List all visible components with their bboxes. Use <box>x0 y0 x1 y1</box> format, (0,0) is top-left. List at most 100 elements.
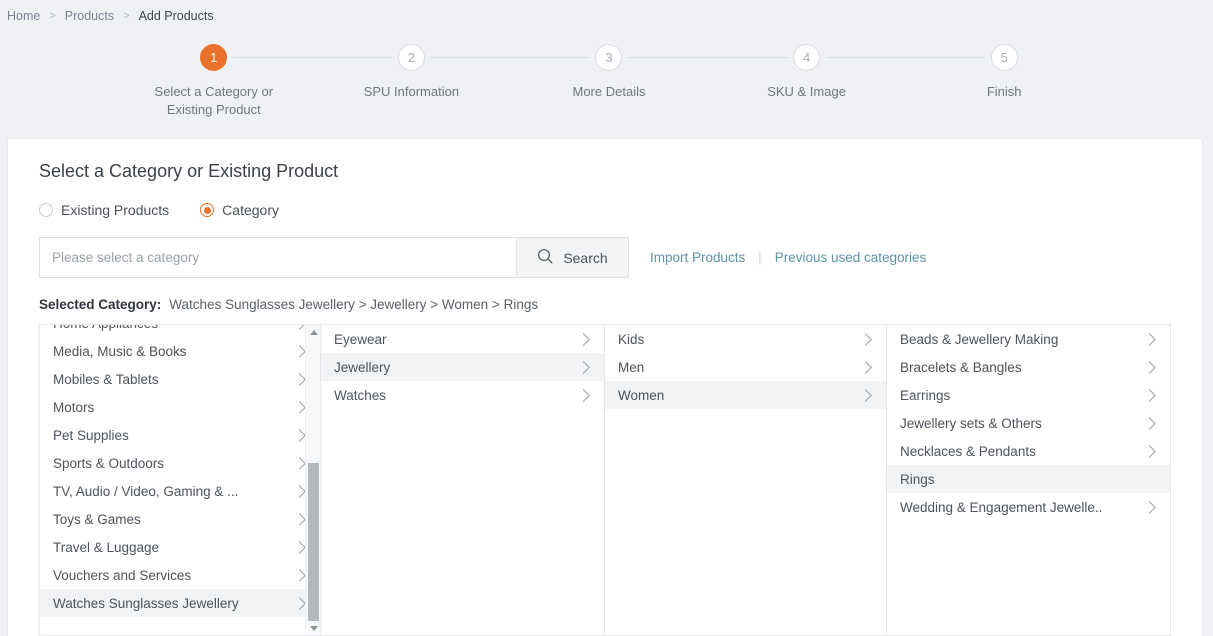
chevron-right-icon <box>293 512 306 526</box>
step-2[interactable]: 2 SPU Information <box>313 44 590 119</box>
step-connector <box>430 57 590 58</box>
option-list: Home Appliances Media, Music & Books Mobil… <box>40 325 320 617</box>
scroll-up-arrow[interactable] <box>306 325 320 339</box>
category-option[interactable]: Sports & Outdoors <box>40 449 320 477</box>
search-button[interactable]: Search <box>516 238 628 277</box>
chevron-right-icon <box>1143 332 1156 346</box>
step-number-badge: 2 <box>397 44 425 71</box>
category-search-box: Search <box>39 237 629 278</box>
category-option[interactable]: Women <box>605 381 886 409</box>
step-label: SPU Information <box>363 84 460 99</box>
breadcrumb-item-home[interactable]: Home <box>7 9 40 23</box>
category-option[interactable]: Necklaces & Pendants <box>887 437 1170 465</box>
category-option[interactable]: Beads & Jewellery Making <box>887 325 1170 353</box>
chevron-right-icon <box>293 568 306 582</box>
category-option[interactable]: Men <box>605 353 886 381</box>
category-option-label: Wedding & Engagement Jewelle.. <box>900 499 1103 515</box>
option-list: Kids Men Women <box>605 325 886 409</box>
category-option[interactable]: Earrings <box>887 381 1170 409</box>
step-1[interactable]: 1 Select a Category or Existing Product <box>115 44 393 119</box>
selection-mode-radio-group: Existing Products Category <box>39 202 1171 218</box>
step-4[interactable]: 4 SKU & Image <box>708 44 986 119</box>
column-root: Home Appliances Media, Music & Books Mobil… <box>40 325 321 635</box>
chevron-right-icon <box>859 332 872 346</box>
chevron-right-icon <box>293 596 306 610</box>
scrollbar-thumb[interactable] <box>308 463 319 627</box>
chevron-right-icon <box>1143 416 1156 430</box>
page-title: Select a Category or Existing Product <box>39 161 339 181</box>
chevron-right-icon <box>1143 500 1156 514</box>
step-label: Select a Category or Existing Product <box>154 84 274 117</box>
category-option-label: Men <box>618 359 645 375</box>
category-option[interactable]: TV, Audio / Video, Gaming & ... <box>40 477 320 505</box>
chevron-right-icon <box>293 456 306 470</box>
radio-existing-products[interactable]: Existing Products <box>39 202 169 218</box>
category-option-label: Jewellery sets & Others <box>900 415 1042 431</box>
step-5[interactable]: 5 Finish <box>905 44 1103 119</box>
selected-category-path: Watches Sunglasses Jewellery > Jewellery… <box>169 297 539 312</box>
chevron-right-icon <box>859 360 872 374</box>
chevron-right-icon <box>293 344 306 358</box>
category-option[interactable]: Eyewear <box>321 325 604 353</box>
category-option[interactable]: Jewellery <box>321 353 604 381</box>
search-row: Search Import Products | Previous used c… <box>39 237 1171 278</box>
previous-used-categories-link[interactable]: Previous used categories <box>775 250 927 265</box>
category-option[interactable]: Rings <box>887 465 1170 493</box>
category-option[interactable]: Mobiles & Tablets <box>40 365 320 393</box>
step-label: Finish <box>986 84 1022 99</box>
category-option[interactable]: Kids <box>605 325 886 353</box>
category-option-label: Bracelets & Bangles <box>900 359 1022 375</box>
radio-category[interactable]: Category <box>200 202 279 218</box>
category-option-label: Kids <box>618 331 645 347</box>
category-option-label: Necklaces & Pendants <box>900 443 1036 459</box>
step-label: SKU & Image <box>767 84 846 99</box>
vertical-scrollbar[interactable] <box>305 325 320 635</box>
category-option-label: Toys & Games <box>53 511 141 527</box>
category-option-label: Watches <box>334 387 387 403</box>
category-option[interactable]: Motors <box>40 393 320 421</box>
category-option-label: Beads & Jewellery Making <box>900 331 1059 347</box>
scroll-down-arrow[interactable] <box>306 621 320 635</box>
step-3[interactable]: 3 More Details <box>510 44 788 119</box>
breadcrumb-separator: > <box>123 10 130 22</box>
category-option-label: Jewellery <box>334 359 391 375</box>
search-input[interactable] <box>40 238 516 277</box>
category-cascader: Home Appliances Media, Music & Books Mobil… <box>39 324 1171 636</box>
chevron-right-icon <box>859 388 872 402</box>
selected-category-row: Selected Category: Watches Sunglasses Je… <box>39 297 1171 312</box>
stepper-steps: 1 Select a Category or Existing Product 2 S… <box>0 44 1213 119</box>
category-option[interactable]: Jewellery sets & Others <box>887 409 1170 437</box>
column-level2: Eyewear Jewellery Watches <box>321 325 605 635</box>
step-number-badge: 5 <box>990 44 1018 71</box>
chevron-right-icon <box>577 332 590 346</box>
category-option-label: Sports & Outdoors <box>53 455 165 471</box>
category-option-label: Vouchers and Services <box>53 567 192 583</box>
chevron-right-icon <box>293 372 306 386</box>
category-option-label: Media, Music & Books <box>53 343 187 359</box>
category-option[interactable]: Home Appliances <box>40 325 320 337</box>
category-option-label: Travel & Luggage <box>53 539 160 555</box>
search-icon <box>537 248 554 268</box>
category-option[interactable]: Bracelets & Bangles <box>887 353 1170 381</box>
category-option[interactable]: Watches Sunglasses Jewellery <box>40 589 320 617</box>
chevron-right-icon <box>293 428 306 442</box>
category-option[interactable]: Travel & Luggage <box>40 533 320 561</box>
category-option[interactable]: Toys & Games <box>40 505 320 533</box>
link-separator: | <box>758 250 762 265</box>
category-option-label: Watches Sunglasses Jewellery <box>53 595 239 611</box>
option-list: Eyewear Jewellery Watches <box>321 325 604 409</box>
category-option[interactable]: Pet Supplies <box>40 421 320 449</box>
category-selection-card: Select a Category or Existing Product Ex… <box>7 138 1203 636</box>
category-option[interactable]: Media, Music & Books <box>40 337 320 365</box>
category-option[interactable]: Vouchers and Services <box>40 561 320 589</box>
category-option-label: Earrings <box>900 387 951 403</box>
category-option[interactable]: Watches <box>321 381 604 409</box>
chevron-right-icon <box>293 540 306 554</box>
chevron-right-icon <box>293 484 306 498</box>
breadcrumb-item-products[interactable]: Products <box>65 9 114 23</box>
import-products-link[interactable]: Import Products <box>650 250 745 265</box>
chevron-right-icon <box>1143 444 1156 458</box>
category-option[interactable]: Wedding & Engagement Jewelle.. <box>887 493 1170 521</box>
quick-links: Import Products | Previous used categori… <box>650 250 926 265</box>
chevron-right-icon <box>577 360 590 374</box>
